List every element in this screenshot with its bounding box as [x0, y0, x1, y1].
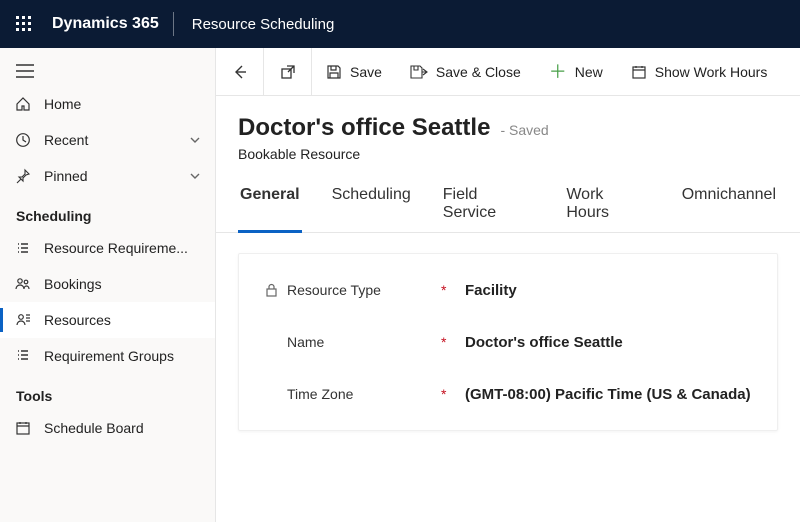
list-icon: [14, 239, 32, 257]
sidebar-item-label: Pinned: [44, 168, 177, 184]
field-name[interactable]: Name * Doctor's office Seattle: [239, 316, 777, 368]
field-value: Doctor's office Seattle: [455, 334, 755, 351]
field-value: (GMT-08:00) Pacific Time (US & Canada): [455, 386, 755, 403]
calendar-icon: [631, 64, 647, 80]
sidebar-item-schedule-board[interactable]: Schedule Board: [0, 410, 215, 446]
calendar-icon: [14, 419, 32, 437]
arrow-left-icon: [231, 63, 249, 81]
group-icon: [14, 347, 32, 365]
sidebar-item-resources[interactable]: Resources: [0, 302, 215, 338]
app-name[interactable]: Resource Scheduling: [174, 16, 353, 33]
hamburger-icon: [16, 64, 34, 78]
tab-scheduling[interactable]: Scheduling: [330, 180, 413, 232]
tab-work-hours[interactable]: Work Hours: [564, 180, 651, 232]
sidebar-item-recent[interactable]: Recent: [0, 122, 215, 158]
sidebar-item-label: Home: [44, 96, 201, 112]
field-time-zone[interactable]: Time Zone * (GMT-08:00) Pacific Time (US…: [239, 368, 777, 420]
sidebar-section-scheduling: Scheduling: [0, 194, 215, 230]
required-indicator: *: [441, 386, 455, 402]
save-and-close-button[interactable]: Save & Close: [396, 48, 535, 95]
popout-icon: [280, 64, 296, 80]
sidebar-item-label: Schedule Board: [44, 420, 201, 436]
tab-general[interactable]: General: [238, 180, 302, 232]
global-header: Dynamics 365 Resource Scheduling: [0, 0, 800, 48]
sidebar-item-label: Recent: [44, 132, 177, 148]
chevron-down-icon: [189, 134, 201, 146]
command-bar: Save Save & Close ＋ New Show Work Hours: [216, 48, 800, 96]
chevron-down-icon: [189, 170, 201, 182]
new-label: New: [575, 64, 603, 80]
sidebar-item-home[interactable]: Home: [0, 86, 215, 122]
sidebar-section-tools: Tools: [0, 374, 215, 410]
sidebar-item-label: Requirement Groups: [44, 348, 201, 364]
field-resource-type[interactable]: Resource Type * Facility: [239, 264, 777, 316]
clock-icon: [14, 131, 32, 149]
save-button[interactable]: Save: [312, 48, 396, 95]
waffle-icon: [16, 16, 32, 32]
save-close-icon: [410, 64, 428, 80]
back-button[interactable]: [216, 48, 264, 95]
tab-omnichannel[interactable]: Omnichannel: [680, 180, 778, 232]
field-label: Resource Type: [281, 282, 441, 298]
plus-icon: ＋: [549, 63, 567, 81]
save-label: Save: [350, 64, 382, 80]
record-entity-type: Bookable Resource: [238, 146, 778, 162]
sidebar-item-label: Resource Requireme...: [44, 240, 201, 256]
app-launcher-button[interactable]: [0, 0, 48, 48]
record-save-status: - Saved: [500, 122, 548, 138]
sidebar-item-resource-requirements[interactable]: Resource Requireme...: [0, 230, 215, 266]
sidebar-item-label: Resources: [44, 312, 201, 328]
show-work-hours-label: Show Work Hours: [655, 64, 768, 80]
brand-name[interactable]: Dynamics 365: [48, 15, 173, 33]
sidebar-item-bookings[interactable]: Bookings: [0, 266, 215, 302]
field-label: Time Zone: [281, 386, 441, 402]
field-value: Facility: [455, 282, 755, 299]
main-content: Save Save & Close ＋ New Show Work Hours …: [216, 48, 800, 522]
lock-icon: [261, 283, 281, 297]
record-title: Doctor's office Seattle: [238, 114, 490, 142]
sidebar-item-requirement-groups[interactable]: Requirement Groups: [0, 338, 215, 374]
resource-icon: [14, 311, 32, 329]
open-new-window-button[interactable]: [264, 48, 312, 95]
field-label: Name: [281, 334, 441, 350]
save-icon: [326, 64, 342, 80]
required-indicator: *: [441, 282, 455, 298]
show-work-hours-button[interactable]: Show Work Hours: [617, 48, 782, 95]
required-indicator: *: [441, 334, 455, 350]
people-icon: [14, 275, 32, 293]
sidebar-toggle-button[interactable]: [0, 52, 215, 86]
home-icon: [14, 95, 32, 113]
new-button[interactable]: ＋ New: [535, 48, 617, 95]
save-close-label: Save & Close: [436, 64, 521, 80]
sidebar-item-label: Bookings: [44, 276, 201, 292]
form-tabs: General Scheduling Field Service Work Ho…: [216, 180, 800, 233]
pin-icon: [14, 167, 32, 185]
sidebar: Home Recent Pinned Scheduling R: [0, 48, 216, 522]
tab-field-service[interactable]: Field Service: [441, 180, 537, 232]
record-header: Doctor's office Seattle - Saved Bookable…: [216, 96, 800, 162]
general-form-section: Resource Type * Facility Name * Doctor's…: [238, 253, 778, 431]
sidebar-item-pinned[interactable]: Pinned: [0, 158, 215, 194]
